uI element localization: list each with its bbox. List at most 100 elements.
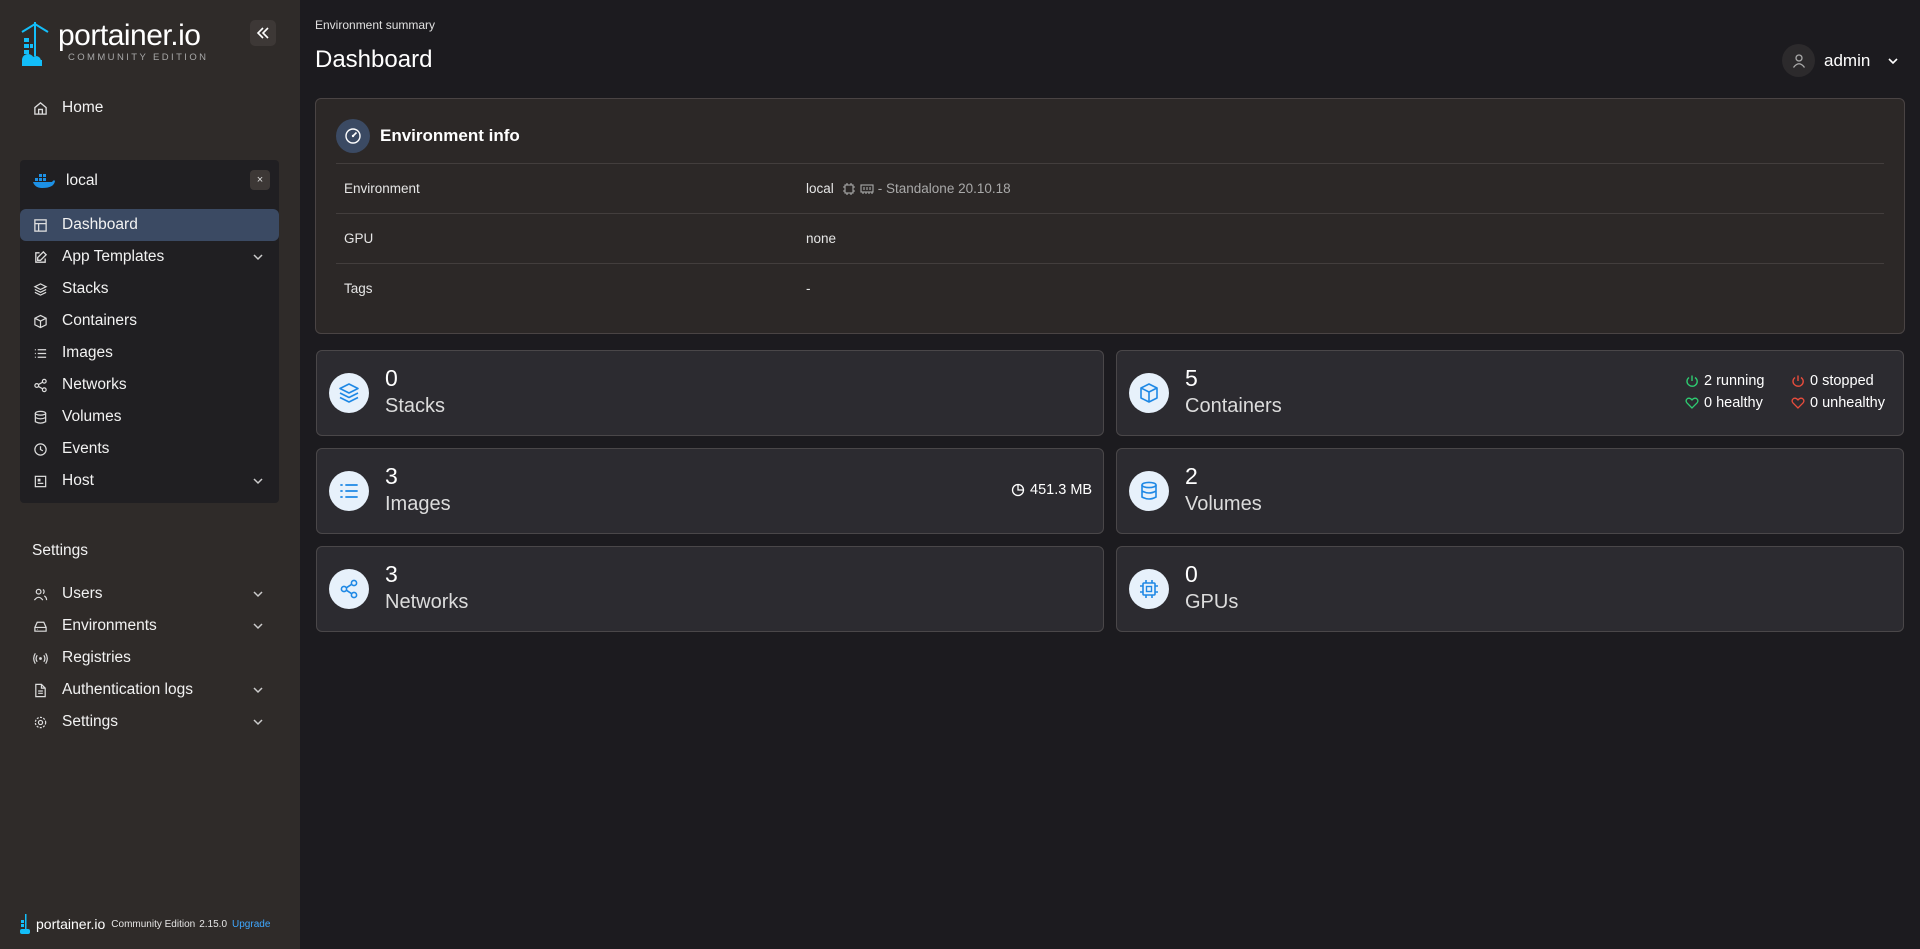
sidebar-item-images[interactable]: Images bbox=[20, 337, 279, 369]
images-size-value: 451.3 MB bbox=[1030, 482, 1093, 498]
networks-count: 3 bbox=[385, 561, 398, 587]
sidebar-item-host[interactable]: Host bbox=[20, 465, 279, 497]
cpu-icon bbox=[842, 182, 855, 195]
unhealthy-status: 0 unhealthy bbox=[1791, 395, 1885, 411]
sidebar-item-volumes[interactable]: Volumes bbox=[20, 401, 279, 433]
user-icon bbox=[1792, 53, 1805, 68]
sidebar-item-label: Users bbox=[62, 585, 103, 602]
gpus-card[interactable]: 0 GPUs bbox=[1116, 546, 1904, 632]
heart-icon bbox=[1685, 397, 1699, 409]
cpu-icon bbox=[1129, 569, 1169, 609]
sidebar: portainer.io COMMUNITY EDITION Home loca… bbox=[0, 0, 300, 949]
portainer-logo[interactable]: portainer.io COMMUNITY EDITION bbox=[18, 20, 208, 68]
sidebar-item-label: Stacks bbox=[62, 280, 109, 297]
volumes-count: 2 bbox=[1185, 463, 1198, 489]
divider bbox=[336, 163, 1884, 164]
sidebar-item-label: Host bbox=[62, 472, 94, 489]
environment-info-card: Environment info Environment local - Sta… bbox=[315, 98, 1905, 334]
sidebar-item-home[interactable]: Home bbox=[20, 92, 279, 124]
pie-chart-icon bbox=[1011, 483, 1025, 497]
power-icon bbox=[1686, 375, 1698, 387]
sidebar-item-label: App Templates bbox=[62, 248, 165, 265]
sidebar-item-label: Containers bbox=[62, 312, 137, 329]
sidebar-item-label: Images bbox=[62, 344, 113, 361]
power-icon bbox=[1792, 375, 1804, 387]
sidebar-item-environments[interactable]: Environments bbox=[20, 610, 279, 642]
sidebar-item-stacks[interactable]: Stacks bbox=[20, 273, 279, 305]
home-icon bbox=[32, 100, 48, 116]
running-status: 2 running bbox=[1685, 373, 1764, 389]
layout-icon bbox=[32, 217, 48, 233]
footer-edition: Community Edition bbox=[111, 918, 196, 930]
containers-card[interactable]: 5 Containers 2 running 0 stopped 0 healt… bbox=[1116, 350, 1904, 436]
chevron-down-icon bbox=[253, 623, 263, 630]
chevron-down-icon bbox=[253, 719, 263, 726]
sidebar-item-settings[interactable]: Settings bbox=[20, 706, 279, 738]
share-icon bbox=[32, 377, 48, 393]
brand-name: portainer.io bbox=[58, 19, 201, 52]
chevron-down-icon bbox=[1888, 57, 1898, 64]
username: admin bbox=[1824, 50, 1871, 70]
running-count: 2 running bbox=[1704, 373, 1765, 389]
sidebar-item-networks[interactable]: Networks bbox=[20, 369, 279, 401]
env-row-label: Tags bbox=[344, 281, 373, 296]
sidebar-item-label: Registries bbox=[62, 649, 131, 666]
radio-icon bbox=[32, 650, 48, 666]
hard-drive-icon bbox=[32, 618, 48, 634]
settings-section-title: Settings bbox=[32, 542, 89, 559]
chevrons-left-icon bbox=[256, 27, 269, 39]
env-row-value: - bbox=[806, 281, 811, 296]
healthy-status: 0 healthy bbox=[1685, 395, 1763, 411]
portainer-logo-icon bbox=[21, 22, 49, 66]
gauge-icon bbox=[336, 119, 370, 153]
env-row-label: GPU bbox=[344, 231, 374, 246]
chevron-down-icon bbox=[253, 254, 263, 261]
database-icon bbox=[32, 409, 48, 425]
volumes-label: Volumes bbox=[1185, 493, 1262, 515]
sidebar-item-app-templates[interactable]: App Templates bbox=[20, 241, 279, 273]
sidebar-item-label: Authentication logs bbox=[62, 681, 193, 698]
clock-icon bbox=[32, 441, 48, 457]
sidebar-item-label: Dashboard bbox=[62, 216, 138, 233]
avatar bbox=[1782, 44, 1815, 77]
healthy-count: 0 healthy bbox=[1704, 395, 1763, 411]
layers-icon bbox=[329, 373, 369, 413]
images-size: 451.3 MB bbox=[1011, 482, 1092, 498]
collapse-sidebar-button[interactable] bbox=[250, 20, 276, 46]
portainer-logo-icon bbox=[20, 914, 30, 934]
images-label: Images bbox=[385, 493, 451, 515]
env-row-value: local - Standalone 20.10.18 bbox=[806, 181, 1011, 196]
memory-icon bbox=[860, 183, 874, 194]
heart-icon bbox=[1791, 397, 1805, 409]
images-count: 3 bbox=[385, 463, 398, 489]
upgrade-link[interactable]: Upgrade bbox=[232, 919, 270, 930]
networks-card[interactable]: 3 Networks bbox=[316, 546, 1104, 632]
gear-icon bbox=[32, 714, 48, 730]
env-row-label: Environment bbox=[344, 181, 420, 196]
edit-icon bbox=[32, 249, 48, 265]
sidebar-item-registries[interactable]: Registries bbox=[20, 642, 279, 674]
sidebar-item-events[interactable]: Events bbox=[20, 433, 279, 465]
networks-label: Networks bbox=[385, 591, 469, 613]
layers-icon bbox=[32, 281, 48, 297]
gpus-label: GPUs bbox=[1185, 591, 1239, 613]
sidebar-item-dashboard[interactable]: Dashboard bbox=[20, 209, 279, 241]
sidebar-item-containers[interactable]: Containers bbox=[20, 305, 279, 337]
list-icon bbox=[32, 345, 48, 361]
environment-name: local bbox=[66, 172, 98, 189]
breadcrumb: Environment summary bbox=[315, 18, 436, 32]
server-icon bbox=[32, 473, 48, 489]
close-environment-button[interactable]: × bbox=[250, 170, 270, 190]
chevron-down-icon bbox=[253, 478, 263, 485]
sidebar-item-users[interactable]: Users bbox=[20, 578, 279, 610]
sidebar-item-authentication-logs[interactable]: Authentication logs bbox=[20, 674, 279, 706]
box-icon bbox=[1129, 373, 1169, 413]
footer-brand: portainer.io bbox=[36, 916, 106, 932]
images-card[interactable]: 3 Images 451.3 MB bbox=[316, 448, 1104, 534]
stopped-status: 0 stopped bbox=[1791, 373, 1874, 389]
stacks-card[interactable]: 0 Stacks bbox=[316, 350, 1104, 436]
user-menu[interactable]: admin bbox=[1782, 44, 1900, 77]
stopped-count: 0 stopped bbox=[1810, 373, 1874, 389]
chevron-down-icon bbox=[253, 687, 263, 694]
volumes-card[interactable]: 2 Volumes bbox=[1116, 448, 1904, 534]
